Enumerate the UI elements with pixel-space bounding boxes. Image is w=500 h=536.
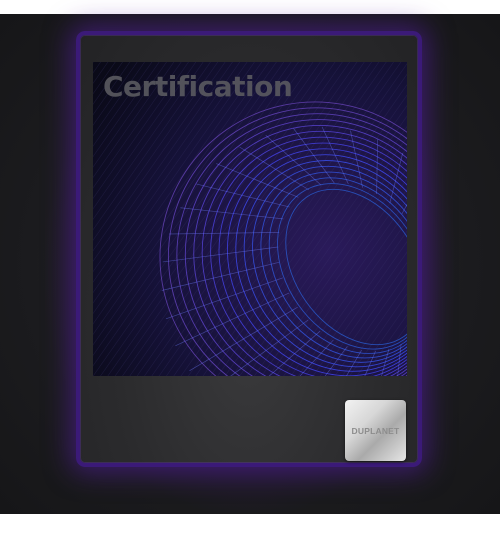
card-title: Certification bbox=[103, 70, 293, 103]
card-artwork: Certification bbox=[93, 62, 407, 376]
duplanet-badge: DUPLANET bbox=[345, 400, 406, 461]
wireframe-torus-icon bbox=[93, 62, 407, 376]
badge-label: DUPLANET bbox=[351, 425, 400, 436]
